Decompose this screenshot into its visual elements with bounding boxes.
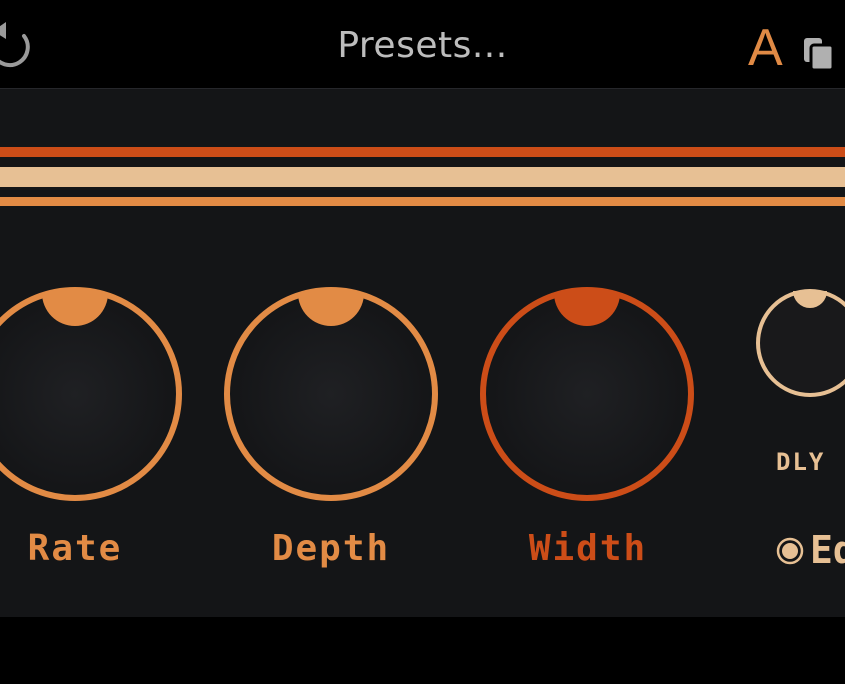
stripe-cream: [0, 167, 845, 187]
depth-knob[interactable]: [216, 282, 446, 508]
stripe-red: [0, 147, 845, 157]
copy-icon[interactable]: [802, 36, 836, 72]
width-label: Width: [528, 528, 648, 569]
delay-label: DLY: [776, 448, 826, 476]
bottom-bar: [0, 617, 845, 684]
width-knob[interactable]: [472, 282, 702, 508]
ab-compare-button[interactable]: A: [748, 20, 783, 76]
top-bar: Presets... A: [0, 0, 845, 88]
stripe-orange: [0, 197, 845, 206]
mode-label: Ed: [810, 528, 845, 572]
presets-button[interactable]: Presets...: [0, 22, 845, 70]
rate-knob[interactable]: [0, 282, 190, 508]
rate-label: Rate: [27, 528, 123, 569]
mode-radio[interactable]: [776, 537, 804, 565]
depth-label: Depth: [271, 528, 391, 569]
delay-knob[interactable]: [752, 286, 845, 400]
